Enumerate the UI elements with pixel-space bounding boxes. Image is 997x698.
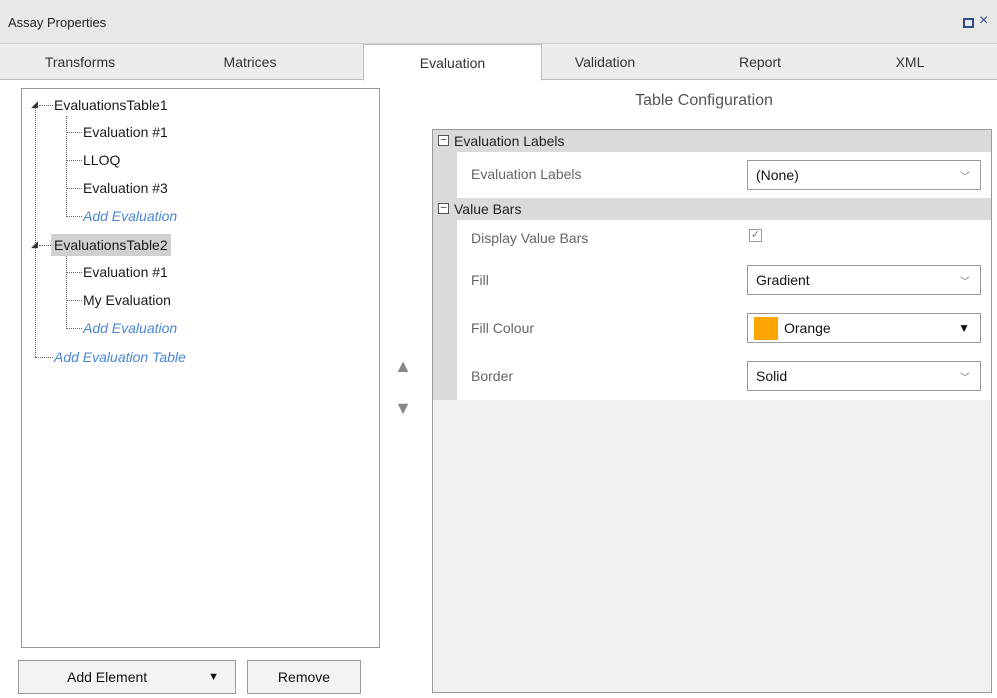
chevron-down-icon: ﹀ [960,277,970,288]
property-label: Border [471,368,514,384]
tree-connector [66,132,82,133]
chevron-down-icon: ﹀ [960,373,970,384]
property-row-border: Border Solid ﹀ [457,352,991,400]
tree-node-evaluations-table2[interactable]: EvaluationsTable2 [51,234,171,256]
tab-xml[interactable]: XML [840,44,980,80]
dropdown-arrow-icon: ▼ [958,321,970,335]
fill-dropdown[interactable]: Gradient ﹀ [747,265,981,295]
tree-connector [66,256,67,329]
add-evaluation-link[interactable]: Add Evaluation [83,205,177,227]
property-row-fill-colour: Fill Colour Orange ▼ [457,304,991,352]
property-label: Evaluation Labels [471,166,582,182]
border-dropdown[interactable]: Solid ﹀ [747,361,981,391]
property-gutter [433,152,457,198]
move-up-icon[interactable]: ▲ [393,356,413,380]
tab-evaluation[interactable]: Evaluation [363,44,542,81]
tree-connector [35,105,36,357]
tree-connector [66,328,82,329]
tab-bar: Transforms Matrices Evaluation Validatio… [0,44,997,81]
collapse-icon[interactable]: ◢ [31,239,38,250]
tree-connector [35,357,53,358]
property-label: Display Value Bars [471,230,589,246]
close-icon[interactable]: × [979,12,988,30]
tree-node-evaluations-table1[interactable]: EvaluationsTable1 [54,94,168,116]
collapse-icon[interactable]: ◢ [31,99,38,110]
tree-connector [66,272,82,273]
tab-matrices[interactable]: Matrices [180,44,320,80]
move-down-icon[interactable]: ▼ [393,398,413,422]
tree-node-evaluation[interactable]: My Evaluation [83,289,171,311]
collapse-icon[interactable]: – [438,135,449,146]
property-row-display-value-bars: Display Value Bars ✓ [457,220,991,256]
property-label: Fill [471,272,489,288]
tree-connector [66,300,82,301]
tree-node-evaluation[interactable]: Evaluation #3 [83,177,168,199]
tree-connector [66,160,82,161]
tree-connector [39,105,53,106]
category-evaluation-labels: – Evaluation Labels [433,130,991,152]
restore-icon[interactable] [963,18,974,28]
tab-transforms[interactable]: Transforms [10,44,150,80]
tab-report[interactable]: Report [690,44,830,80]
property-grid: – Evaluation Labels Evaluation Labels (N… [432,129,992,693]
dropdown-arrow-icon: ▼ [208,671,219,683]
add-evaluation-link[interactable]: Add Evaluation [83,317,177,339]
property-gutter [433,220,457,400]
property-row-fill: Fill Gradient ﹀ [457,256,991,304]
table-configuration-title: Table Configuration [635,92,773,109]
chevron-down-icon: ﹀ [960,172,970,183]
window-title: Assay Properties [8,15,107,30]
tree-connector [66,216,82,217]
fill-colour-picker[interactable]: Orange ▼ [747,313,981,343]
add-element-label: Add Element [67,669,148,685]
add-element-button[interactable]: Add Element ▼ [18,660,236,694]
evaluation-labels-dropdown[interactable]: (None) ﹀ [747,160,981,190]
property-label: Fill Colour [471,320,535,336]
colour-swatch [754,317,778,340]
tree-connector [66,188,82,189]
tree-node-evaluation[interactable]: Evaluation #1 [83,121,168,143]
tree-node-evaluation[interactable]: LLOQ [83,149,120,171]
display-value-bars-checkbox[interactable]: ✓ [749,229,762,242]
tab-validation[interactable]: Validation [535,44,675,80]
evaluations-tree-panel[interactable]: ◢ EvaluationsTable1 Evaluation #1 LLOQ E… [21,88,380,648]
category-value-bars: – Value Bars [433,198,991,220]
remove-button[interactable]: Remove [247,660,361,694]
property-row-evaluation-labels: Evaluation Labels (None) ﹀ [457,152,991,198]
add-evaluation-table-link[interactable]: Add Evaluation Table [54,346,186,368]
window-titlebar: Assay Properties × [0,0,997,44]
tree-node-evaluation[interactable]: Evaluation #1 [83,261,168,283]
evaluations-tree: ◢ EvaluationsTable1 Evaluation #1 LLOQ E… [22,89,379,647]
collapse-icon[interactable]: – [438,203,449,214]
